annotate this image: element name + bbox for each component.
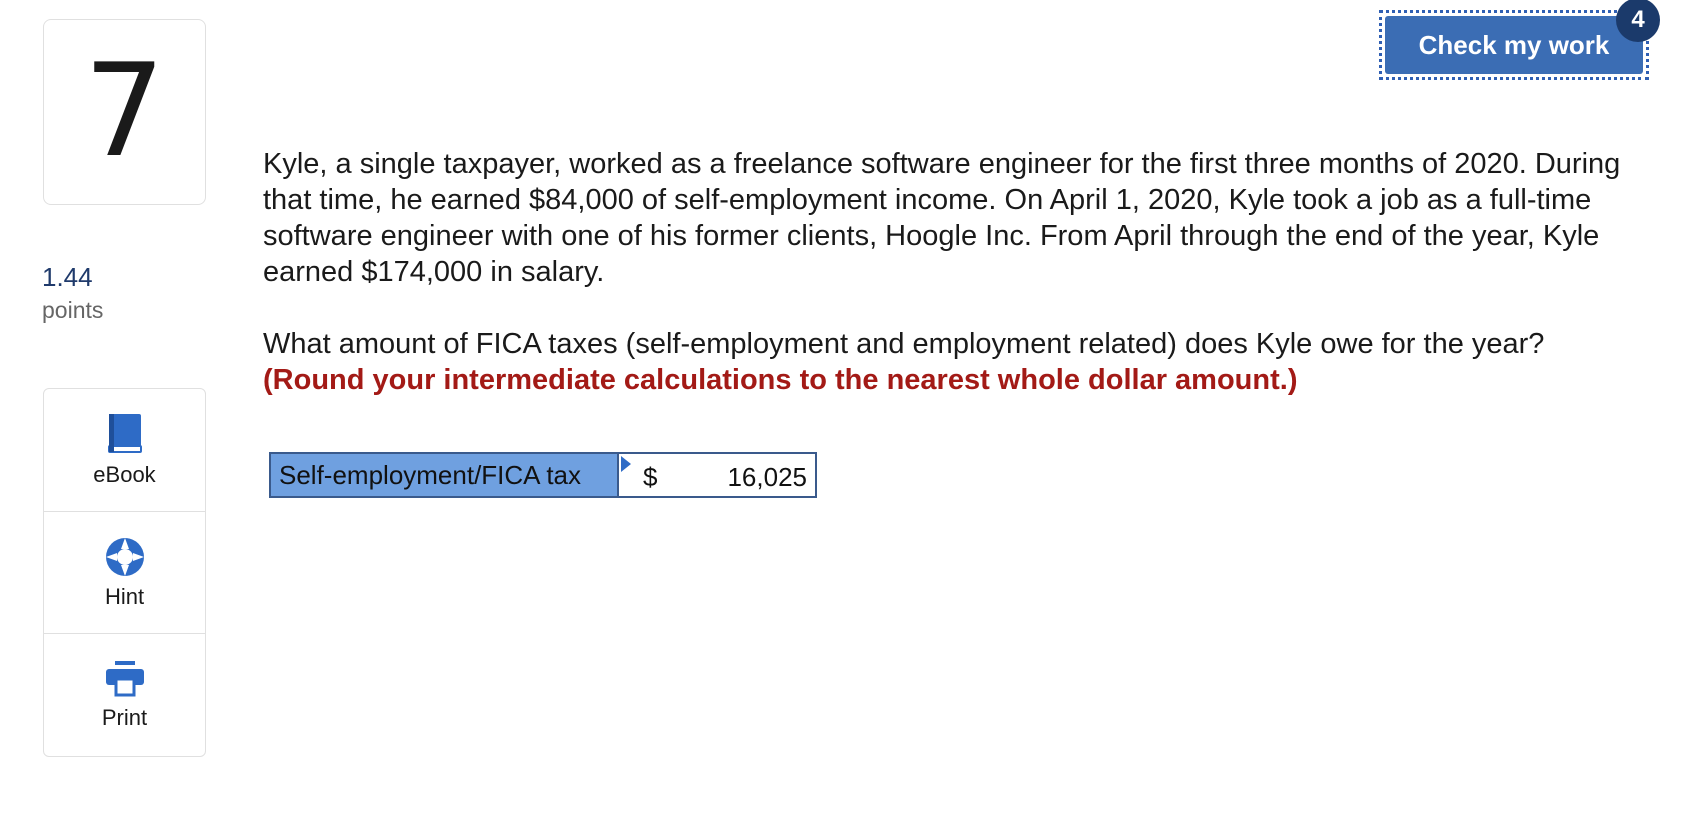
question-prompt: What amount of FICA taxes (self-employme… xyxy=(263,328,1545,360)
rounding-instruction: (Round your intermediate calculations to… xyxy=(263,364,1298,396)
print-button[interactable]: Print xyxy=(44,633,205,756)
print-label: Print xyxy=(101,705,148,731)
tools-panel: eBook Hint Print xyxy=(43,388,206,757)
book-icon xyxy=(107,413,142,453)
question-paragraph: Kyle, a single taxpayer, worked as a fre… xyxy=(263,148,1621,288)
hint-button[interactable]: Hint xyxy=(44,510,205,634)
points-value: 1.44 xyxy=(42,262,93,292)
currency-symbol: $ xyxy=(643,462,658,492)
flag-icon xyxy=(621,456,631,472)
printer-icon xyxy=(105,661,144,697)
question-number: 7 xyxy=(83,37,166,186)
answer-row: Self-employment/FICA tax $ xyxy=(269,452,817,498)
answer-input[interactable] xyxy=(665,458,809,496)
points-label: points xyxy=(42,297,104,323)
hint-label: Hint xyxy=(104,583,145,609)
check-count-badge: 4 xyxy=(1616,0,1660,42)
lifebuoy-icon xyxy=(105,537,144,576)
answer-cell: $ xyxy=(617,452,817,498)
ebook-label: eBook xyxy=(93,461,156,487)
question-number-box: 7 xyxy=(43,19,206,205)
check-my-work-button[interactable]: Check my work xyxy=(1385,16,1643,74)
question-content: Kyle, a single taxpayer, worked as a fre… xyxy=(263,146,1663,398)
answer-label: Self-employment/FICA tax xyxy=(269,452,619,498)
answer-table: Self-employment/FICA tax $ xyxy=(269,452,817,498)
ebook-button[interactable]: eBook xyxy=(44,389,205,511)
check-my-work-focus-ring: Check my work xyxy=(1379,10,1649,80)
